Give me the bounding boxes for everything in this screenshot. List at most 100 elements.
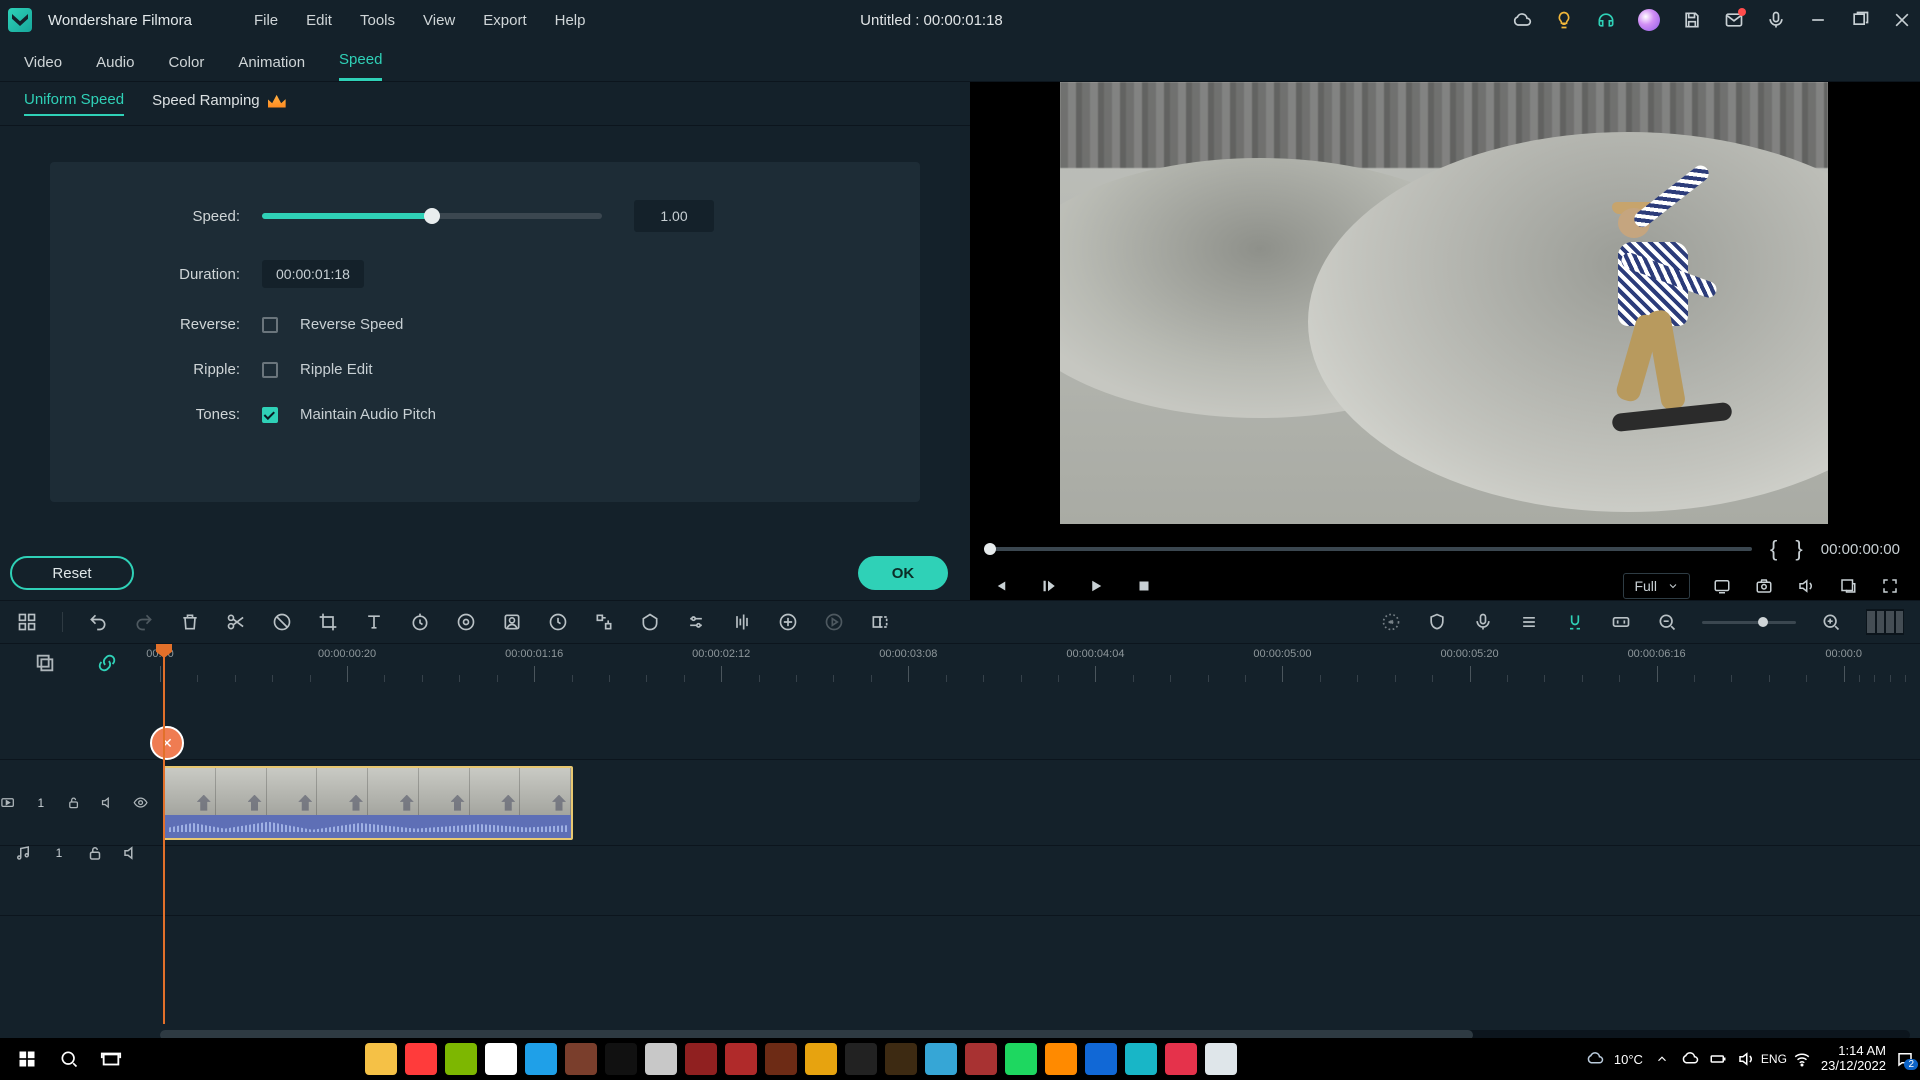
taskbar-search-button[interactable] — [48, 1038, 90, 1080]
audio-adjust-button[interactable] — [731, 611, 753, 633]
taskbar-app[interactable] — [565, 1043, 597, 1075]
timeline-ruler[interactable]: 00:0000:00:00:2000:00:01:1600:00:02:1200… — [160, 644, 1920, 682]
screenshot-button[interactable] — [1712, 576, 1732, 596]
voiceover-button[interactable] — [1472, 611, 1494, 633]
stop-button[interactable] — [1134, 576, 1154, 596]
taskbar-app[interactable] — [645, 1043, 677, 1075]
playhead[interactable] — [163, 644, 165, 1024]
close-button[interactable] — [1892, 10, 1912, 30]
zoom-in-button[interactable] — [1820, 611, 1842, 633]
duration-value[interactable]: 00:00:01:18 — [262, 260, 364, 288]
lightbulb-icon[interactable] — [1554, 10, 1574, 30]
volume-button[interactable] — [1796, 576, 1816, 596]
account-avatar[interactable] — [1638, 9, 1660, 31]
taskbar-app[interactable] — [965, 1043, 997, 1075]
render-button[interactable] — [823, 611, 845, 633]
crop-button[interactable] — [317, 611, 339, 633]
redo-button[interactable] — [133, 611, 155, 633]
taskbar-app[interactable] — [445, 1043, 477, 1075]
mixer-button[interactable] — [1518, 611, 1540, 633]
auto-ripple-button[interactable] — [1380, 611, 1402, 633]
subtab-uniform-speed[interactable]: Uniform Speed — [24, 91, 124, 116]
start-button[interactable] — [6, 1038, 48, 1080]
taskbar-app[interactable] — [885, 1043, 917, 1075]
taskbar-app[interactable] — [1165, 1043, 1197, 1075]
taskbar-app[interactable] — [525, 1043, 557, 1075]
tones-checkbox[interactable] — [262, 407, 278, 423]
undo-button[interactable] — [87, 611, 109, 633]
tab-video[interactable]: Video — [24, 54, 62, 81]
menu-export[interactable]: Export — [483, 12, 526, 29]
greenscreen-button[interactable] — [501, 611, 523, 633]
scrub-thumb[interactable] — [984, 543, 996, 555]
text-button[interactable] — [363, 611, 385, 633]
notifications-button[interactable]: 2 — [1896, 1050, 1914, 1068]
taskbar-clock[interactable]: 1:14 AM 23/12/2022 — [1821, 1044, 1886, 1074]
tray-volume-icon[interactable] — [1737, 1050, 1755, 1068]
timeline-minimap[interactable] — [1866, 609, 1904, 635]
snapshot-button[interactable] — [1754, 576, 1774, 596]
maximize-button[interactable] — [1850, 10, 1870, 30]
taskbar-app[interactable] — [605, 1043, 637, 1075]
tab-audio[interactable]: Audio — [96, 54, 134, 81]
taskbar-app[interactable] — [485, 1043, 517, 1075]
zoom-slider[interactable] — [1702, 621, 1796, 624]
taskbar-app[interactable] — [805, 1043, 837, 1075]
tab-speed[interactable]: Speed — [339, 51, 382, 81]
preview-scrub-slider[interactable] — [990, 547, 1752, 551]
adjust-button[interactable] — [685, 611, 707, 633]
delete-button[interactable] — [179, 611, 201, 633]
tab-animation[interactable]: Animation — [238, 54, 305, 81]
taskbar-app[interactable] — [925, 1043, 957, 1075]
tray-onedrive-icon[interactable] — [1681, 1050, 1699, 1068]
keyframe-button[interactable] — [593, 611, 615, 633]
audio-track-lock-button[interactable] — [86, 844, 104, 862]
tray-chevron-icon[interactable] — [1653, 1050, 1671, 1068]
mark-in-button[interactable]: { — [1770, 536, 1777, 562]
menu-file[interactable]: File — [254, 12, 278, 29]
ruler-cell[interactable]: 00:00:0 — [1844, 644, 1920, 682]
taskbar-app[interactable] — [1005, 1043, 1037, 1075]
speed-value[interactable]: 1.00 — [634, 200, 714, 232]
save-icon[interactable] — [1682, 10, 1702, 30]
taskbar-app[interactable] — [845, 1043, 877, 1075]
microphone-icon[interactable] — [1766, 10, 1786, 30]
minimize-button[interactable] — [1808, 10, 1828, 30]
prev-frame-button[interactable] — [990, 576, 1010, 596]
menu-tools[interactable]: Tools — [360, 12, 395, 29]
taskbar-app[interactable] — [765, 1043, 797, 1075]
tray-language-icon[interactable]: ENG — [1765, 1050, 1783, 1068]
menu-help[interactable]: Help — [555, 12, 586, 29]
ruler-cell[interactable]: 00:00:06:16 — [1657, 644, 1844, 682]
taskbar-app[interactable] — [1045, 1043, 1077, 1075]
fullscreen-button[interactable] — [1880, 576, 1900, 596]
prohibit-button[interactable] — [271, 611, 293, 633]
weather-temp[interactable]: 10°C — [1614, 1052, 1643, 1067]
taskbar-app[interactable] — [685, 1043, 717, 1075]
mask-button[interactable] — [639, 611, 661, 633]
shield-button[interactable] — [1426, 611, 1448, 633]
quality-select[interactable]: Full — [1623, 573, 1690, 599]
task-view-button[interactable] — [90, 1038, 132, 1080]
enhance-button[interactable] — [777, 611, 799, 633]
magnetic-button[interactable] — [1564, 611, 1586, 633]
message-icon[interactable] — [1724, 10, 1744, 30]
speed-button[interactable] — [409, 611, 431, 633]
play-pause-button[interactable] — [1038, 576, 1058, 596]
split-button[interactable] — [225, 611, 247, 633]
link-track-button[interactable] — [96, 652, 118, 674]
video-track-1[interactable]: 1 — [0, 760, 1920, 846]
reverse-checkbox[interactable] — [262, 317, 278, 333]
color-button[interactable] — [455, 611, 477, 633]
ok-button[interactable]: OK — [858, 556, 948, 590]
taskbar-app[interactable] — [365, 1043, 397, 1075]
subtab-speed-ramping[interactable]: Speed Ramping — [152, 92, 286, 115]
taskbar-app[interactable] — [1205, 1043, 1237, 1075]
zoom-thumb[interactable] — [1758, 617, 1768, 627]
mark-out-button[interactable]: } — [1795, 536, 1802, 562]
taskbar-app[interactable] — [405, 1043, 437, 1075]
zoom-out-button[interactable] — [1656, 611, 1678, 633]
play-button[interactable] — [1086, 576, 1106, 596]
speed-slider[interactable] — [262, 213, 602, 219]
taskbar-app[interactable] — [1125, 1043, 1157, 1075]
